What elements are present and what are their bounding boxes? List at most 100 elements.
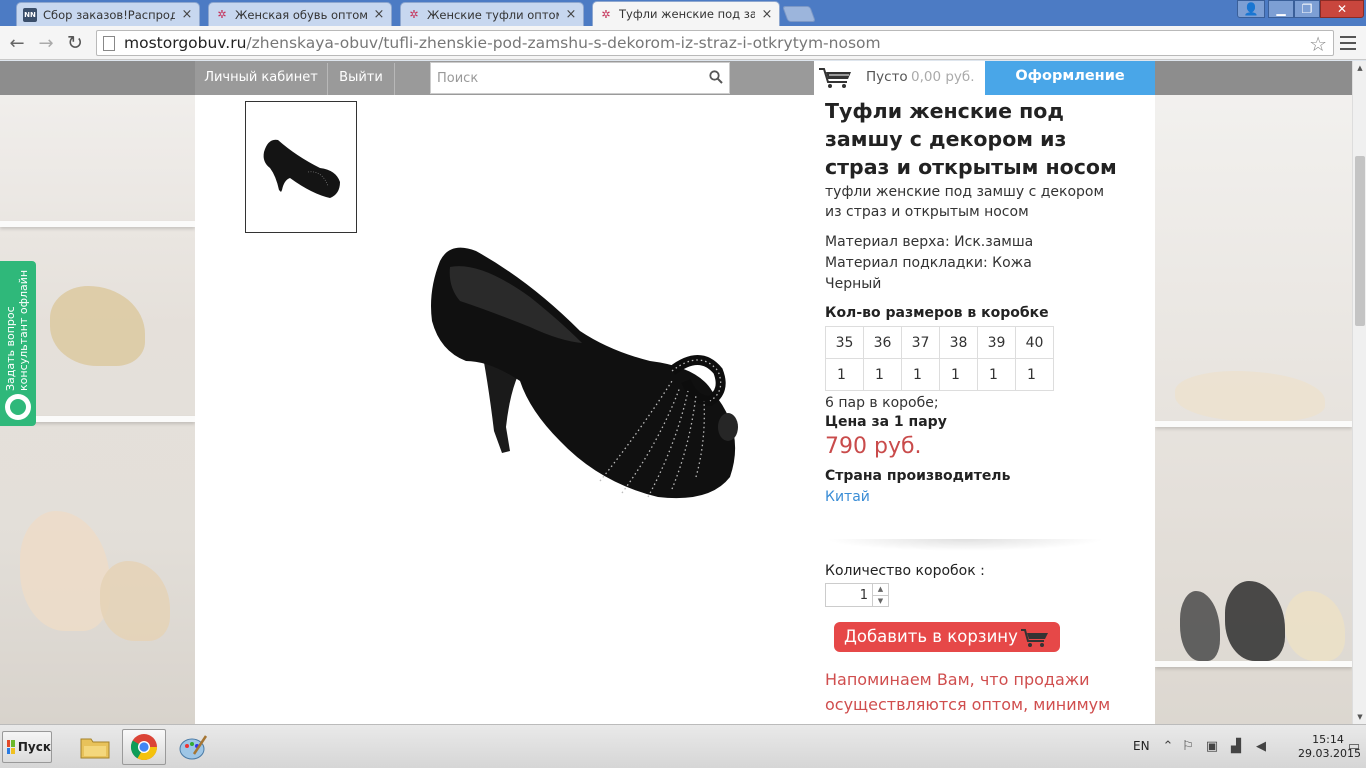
search-box [430, 62, 730, 94]
close-window-icon[interactable]: ✕ [1320, 0, 1364, 18]
browser-tab-active[interactable]: ✲ Туфли женские под замшу × [592, 1, 780, 26]
show-desktop-icon[interactable]: ▭ [1346, 739, 1362, 755]
close-icon[interactable]: × [181, 7, 193, 22]
shoe-decor [1180, 591, 1220, 661]
size-cell: 37 [901, 326, 940, 359]
shelf [1155, 661, 1352, 667]
header-right-strip [1155, 61, 1352, 95]
size-qty-cell: 1 [939, 358, 978, 391]
checkout-button[interactable]: Оформление заказа [985, 61, 1155, 114]
tab-title: Сбор заказов!Распродажа [43, 7, 175, 22]
size-cell: 38 [939, 326, 978, 359]
product-price: 790 руб. [825, 434, 922, 459]
start-button[interactable]: Пуск [2, 731, 52, 763]
windows-logo-icon [7, 740, 15, 754]
sizes-title: Кол-во размеров в коробке [825, 305, 1049, 321]
product-title: Туфли женские под замшу с декором из стр… [825, 99, 1117, 179]
user-icon[interactable]: 👤 [1237, 0, 1265, 18]
menu-icon[interactable] [1340, 34, 1356, 52]
paint-icon[interactable] [171, 729, 215, 765]
nn-favicon-icon: NN [23, 7, 37, 22]
ask-question-text: Задать вопрос консультант офлайн [4, 270, 30, 391]
page-viewport: Личный кабинет Выйти Пусто 0,00 руб. Офо… [0, 61, 1352, 724]
pairs-per-box: 6 пар в коробе; [825, 395, 939, 411]
device-icon[interactable]: ▣ [1204, 739, 1220, 755]
ask-question-widget[interactable]: Задать вопрос консультант офлайн [0, 261, 36, 426]
bookmark-star-icon[interactable]: ☆ [1309, 32, 1327, 56]
product-subtitle: туфли женские под замшу с декором из стр… [825, 184, 1105, 220]
ask-question-label: Задать вопрос [4, 306, 17, 391]
cart-summary[interactable]: Пусто 0,00 руб. [814, 61, 985, 95]
windows-taskbar: Пуск EN ⌃ ⚐ ▣ ▟ ◀ 15:14 29.03.2015 ▭ [0, 724, 1366, 768]
size-cell: 35 [825, 326, 864, 359]
search-icon[interactable] [709, 70, 723, 84]
scrollbar-thumb[interactable] [1355, 156, 1365, 326]
page-scrollbar[interactable]: ▲ ▼ [1352, 61, 1366, 724]
shoe-decor [50, 286, 145, 366]
chrome-icon[interactable] [122, 729, 166, 765]
header-left-strip [0, 61, 195, 95]
cart-total: 0,00 руб. [911, 69, 975, 85]
browser-tab[interactable]: ✲ Женские туфли оптом | Ве × [400, 2, 584, 26]
size-qty-cell: 1 [863, 358, 902, 391]
logout-link[interactable]: Выйти [328, 61, 394, 95]
price-title: Цена за 1 пару [825, 414, 947, 430]
tab-title: Женские туфли оптом | Ве [427, 7, 559, 22]
site-header-bar: Личный кабинет Выйти Пусто 0,00 руб. Офо… [0, 61, 1352, 114]
divider [394, 63, 395, 95]
scroll-down-icon[interactable]: ▼ [1353, 710, 1366, 724]
reload-icon[interactable]: ↻ [63, 31, 87, 55]
tab-title: Туфли женские под замшу [619, 7, 755, 21]
action-center-flag-icon[interactable]: ⚐ [1180, 739, 1196, 755]
browser-toolbar: ← → ↻ mostorgobuv.ru/zhenskaya-obuv/tufl… [0, 26, 1366, 60]
shoe-main-image [431, 247, 738, 499]
start-label: Пуск [17, 740, 51, 754]
size-qty-cell: 1 [825, 358, 864, 391]
sizes-table: 35 36 37 38 39 40 1 1 1 1 1 1 [825, 326, 1054, 391]
back-icon[interactable]: ← [5, 31, 29, 55]
quantity-value: 1 [859, 588, 868, 603]
close-icon[interactable]: × [761, 7, 773, 22]
show-hidden-icons-icon[interactable]: ⌃ [1160, 739, 1176, 755]
size-qty-cell: 1 [977, 358, 1016, 391]
scroll-up-icon[interactable]: ▲ [1353, 61, 1366, 75]
address-bar[interactable]: mostorgobuv.ru/zhenskaya-obuv/tufli-zhen… [96, 30, 1334, 56]
product-color: Черный [825, 276, 882, 292]
add-to-cart-button[interactable]: Добавить в корзину [834, 622, 1060, 652]
product-thumbnail[interactable] [245, 101, 357, 233]
search-input[interactable] [431, 63, 691, 93]
file-explorer-icon[interactable] [73, 729, 117, 765]
quantity-label: Количество коробок : [825, 563, 985, 579]
close-icon[interactable]: × [373, 7, 385, 22]
size-cell: 40 [1015, 326, 1054, 359]
shoe-decor [1175, 371, 1325, 421]
browser-tab[interactable]: ✲ Женская обувь оптом. Куп × [208, 2, 392, 26]
network-icon[interactable]: ▟ [1228, 739, 1244, 755]
chat-bubble-icon [5, 394, 31, 420]
cart-icon [819, 68, 851, 88]
country-link[interactable]: Китай [825, 489, 1125, 505]
account-link[interactable]: Личный кабинет [195, 61, 327, 95]
product-main-image[interactable] [410, 231, 760, 511]
star-favicon-icon: ✲ [601, 7, 611, 21]
store-background-right [1155, 61, 1352, 724]
cart-empty-label: Пусто [866, 69, 908, 85]
quantity-stepper[interactable]: 1 ▲ ▼ [825, 583, 889, 607]
size-qty-cell: 1 [901, 358, 940, 391]
browser-tab[interactable]: NN Сбор заказов!Распродажа × [16, 2, 200, 26]
increment-icon[interactable]: ▲ [872, 584, 888, 595]
volume-icon[interactable]: ◀ [1253, 739, 1269, 755]
minimize-icon[interactable]: ▁ [1268, 0, 1294, 18]
page-icon [103, 35, 115, 51]
restore-icon[interactable]: ❐ [1294, 0, 1320, 18]
language-indicator[interactable]: EN [1133, 739, 1150, 753]
close-icon[interactable]: × [565, 7, 577, 22]
add-to-cart-label: Добавить в корзину [844, 627, 1018, 646]
cart-icon [1021, 629, 1048, 647]
decrement-icon[interactable]: ▼ [872, 595, 888, 606]
shelf [1155, 421, 1352, 427]
size-qty-cell: 1 [1015, 358, 1054, 391]
new-tab-button[interactable] [782, 6, 816, 22]
star-favicon-icon: ✲ [409, 8, 419, 21]
forward-icon[interactable]: → [34, 31, 58, 55]
